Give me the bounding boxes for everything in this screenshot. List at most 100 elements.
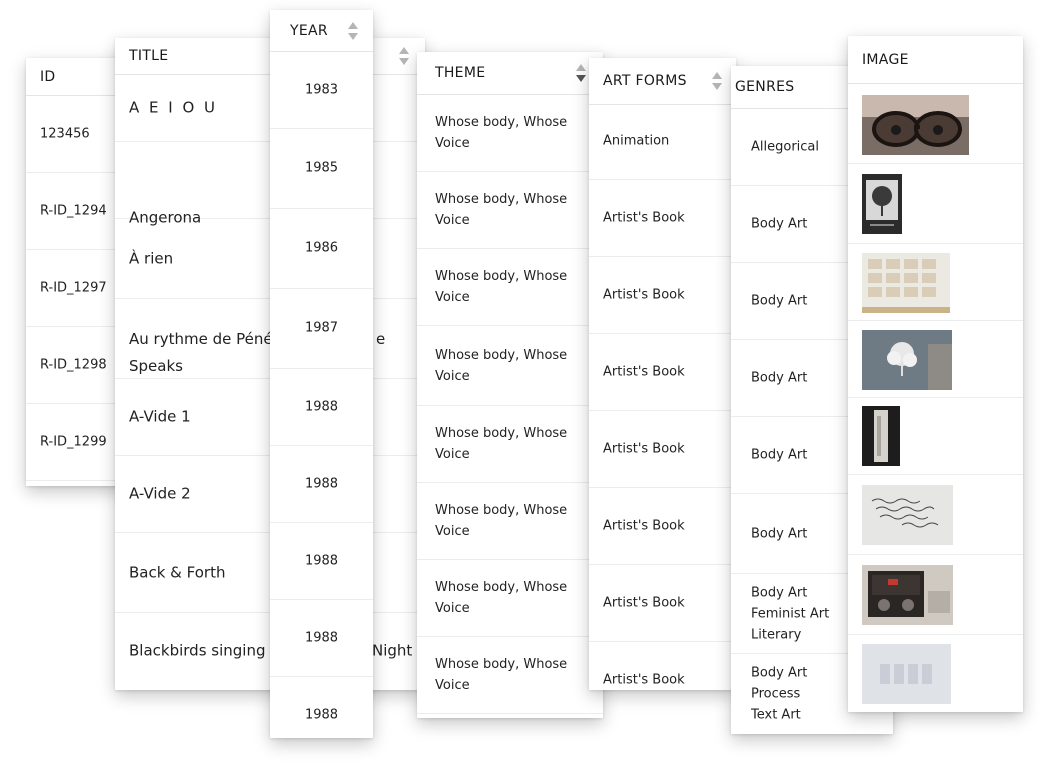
id-cell: 123456: [40, 126, 90, 142]
table-row[interactable]: 1985: [270, 129, 373, 209]
table-row[interactable]: [848, 244, 1023, 321]
table-row[interactable]: Animation: [589, 105, 736, 180]
table-row[interactable]: Artist's Book: [589, 642, 736, 690]
theme-cell: Whose body, Whose Voice: [435, 112, 595, 154]
table-row[interactable]: Whose body, Whose Voice: [417, 560, 603, 637]
genre-cell: Body Art Feminist Art Literary: [751, 582, 829, 645]
id-cell: R-ID_1298: [40, 357, 107, 373]
theme-line: Whose body, Whose: [435, 192, 568, 207]
photo-handwriting-icon[interactable]: [862, 485, 953, 545]
theme-column: THEME Whose body, Whose Voice Whose body,…: [417, 52, 603, 718]
year-header-label: YEAR: [290, 22, 328, 39]
theme-cell: Whose body, Whose Voice: [435, 577, 595, 619]
theme-line: Whose body, Whose: [435, 503, 568, 518]
genre-cell: Body Art: [751, 526, 808, 541]
year-cell: 1986: [304, 240, 339, 256]
theme-line: Whose body, Whose: [435, 580, 568, 595]
image-column: IMAGE: [848, 36, 1023, 712]
year-cell: 1988: [304, 553, 339, 569]
year-column-header[interactable]: YEAR: [270, 10, 373, 52]
genre-line: Body Art: [751, 585, 808, 600]
table-row[interactable]: Artist's Book: [589, 180, 736, 257]
table-row[interactable]: Artist's Book: [589, 334, 736, 411]
year-cell: 1988: [304, 707, 339, 723]
table-row[interactable]: Whose body, Whose Voice: [417, 95, 603, 172]
table-row[interactable]: Whose body, Whose Voice: [417, 637, 603, 714]
photo-glasses-face-icon[interactable]: [862, 95, 969, 155]
theme-cell: Whose body, Whose Voice: [435, 345, 595, 387]
theme-cell: Whose body, Whose Voice: [435, 423, 595, 465]
table-row[interactable]: Artist's Book: [589, 488, 736, 565]
genre-cell: Body Art: [751, 216, 808, 232]
theme-cell: Whose body, Whose Voice: [435, 500, 595, 542]
year-cell: 1985: [304, 160, 339, 176]
table-row[interactable]: [848, 321, 1023, 398]
table-row[interactable]: [848, 555, 1023, 635]
table-row[interactable]: Artist's Book: [589, 257, 736, 334]
sort-arrows-icon[interactable]: [399, 47, 409, 65]
title-text-fragment: e: [376, 330, 386, 348]
art-form-cell: Animation: [603, 133, 670, 149]
table-row[interactable]: 1988: [270, 677, 373, 738]
table-row[interactable]: 1988: [270, 446, 373, 523]
art-forms-column-header[interactable]: ART FORMS: [589, 58, 736, 105]
genre-line: Feminist Art: [751, 606, 830, 621]
photo-tree-print-icon[interactable]: [862, 174, 902, 234]
photo-machine-icon[interactable]: [862, 565, 953, 625]
theme-line: Whose body, Whose: [435, 347, 568, 363]
table-row[interactable]: Whose body, Whose Voice: [417, 249, 603, 326]
table-row[interactable]: 1983: [270, 52, 373, 129]
theme-line: Whose body, Whose: [435, 115, 568, 130]
title-header-label: TITLE: [129, 48, 169, 64]
image-column-header[interactable]: IMAGE: [848, 36, 1023, 84]
genre-cell: Allegorical: [751, 139, 820, 155]
table-row[interactable]: [848, 475, 1023, 555]
theme-cell: Whose body, Whose Voice: [435, 189, 595, 231]
theme-line: Voice: [435, 368, 470, 384]
sort-arrows-icon[interactable]: [712, 72, 722, 90]
theme-line: Voice: [435, 136, 470, 151]
table-row[interactable]: Whose body, Whose Voice: [417, 483, 603, 560]
photo-faded-text-icon[interactable]: [862, 644, 951, 704]
table-row[interactable]: Whose body, Whose Voice: [417, 172, 603, 249]
genre-line: Body Art: [751, 665, 808, 681]
art-form-cell: Artist's Book: [603, 441, 685, 457]
art-forms-column: ART FORMS Animation Artist's Book Artist…: [589, 58, 736, 690]
photo-sculpture-icon[interactable]: [862, 406, 900, 466]
theme-line: Voice: [435, 447, 470, 462]
table-row[interactable]: Whose body, Whose Voice: [417, 406, 603, 483]
table-row[interactable]: 1986: [270, 209, 373, 289]
art-form-cell: Artist's Book: [603, 518, 685, 534]
photo-white-tree-icon[interactable]: [862, 330, 952, 390]
genres-header-label: GENRES: [735, 79, 795, 95]
year-cell: 1987: [304, 320, 339, 336]
genre-line: Literary: [751, 627, 802, 642]
table-row[interactable]: Artist's Book: [589, 565, 736, 642]
table-row[interactable]: [848, 398, 1023, 475]
genre-cell: Body Art: [751, 447, 808, 463]
table-row[interactable]: [848, 164, 1023, 244]
theme-cell: Whose body, Whose Voice: [435, 654, 595, 696]
art-form-cell: Artist's Book: [603, 672, 685, 688]
theme-column-header[interactable]: THEME: [417, 52, 603, 95]
year-column: YEAR 1983 1985 1986 1987 1988 1988 1988 …: [270, 10, 373, 738]
table-row[interactable]: [848, 635, 1023, 712]
table-row[interactable]: Artist's Book: [589, 411, 736, 488]
theme-cell: Whose body, Whose Voice: [435, 266, 595, 308]
sort-arrows-icon[interactable]: [576, 64, 586, 82]
table-row[interactable]: 1987: [270, 289, 373, 369]
title-text-line: Au rythme de Pénél: [129, 330, 277, 348]
id-cell: R-ID_1294: [40, 203, 107, 219]
art-form-cell: Artist's Book: [603, 287, 685, 303]
art-forms-header-label: ART FORMS: [603, 73, 687, 89]
genre-line: Text Art: [751, 707, 801, 723]
sort-arrows-icon[interactable]: [348, 21, 358, 40]
table-row[interactable]: 1988: [270, 523, 373, 600]
table-row[interactable]: [848, 84, 1023, 164]
genre-cell: Body Art: [751, 293, 808, 309]
year-cell: 1988: [304, 399, 339, 415]
table-row[interactable]: 1988: [270, 600, 373, 677]
photo-paper-grid-icon[interactable]: [862, 253, 950, 313]
table-row[interactable]: Whose body, Whose Voice: [417, 326, 603, 406]
table-row[interactable]: 1988: [270, 369, 373, 446]
